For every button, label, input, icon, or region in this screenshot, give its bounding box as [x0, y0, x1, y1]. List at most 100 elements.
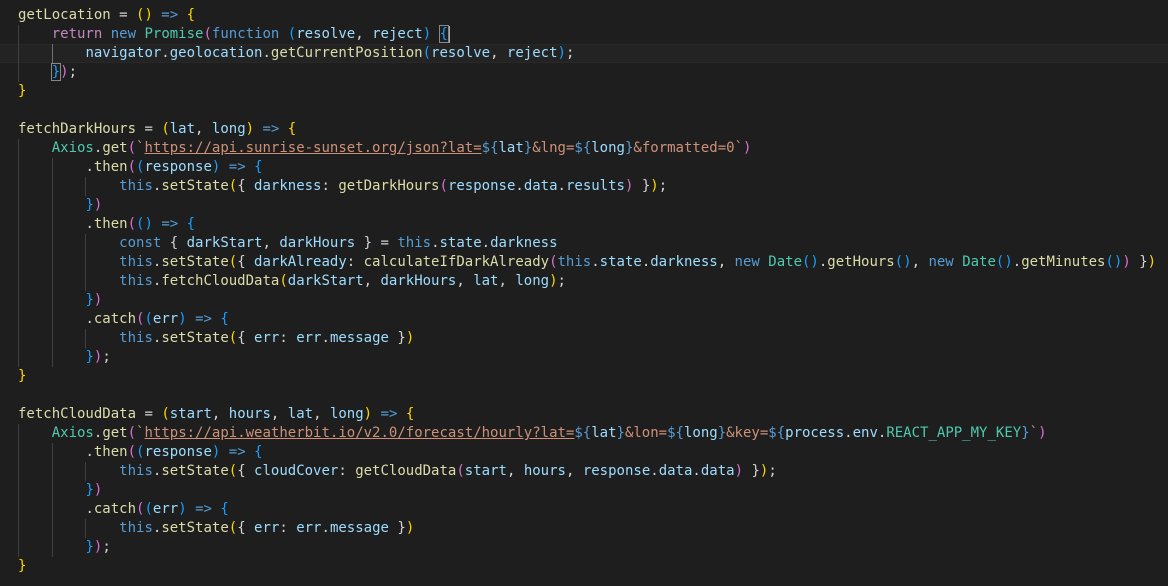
code-token: setState	[161, 463, 229, 479]
code-token: )	[93, 197, 103, 213]
code-token: calculateIfDarkAlready	[363, 254, 550, 270]
indent-guide	[51, 253, 53, 272]
indent-guide	[51, 462, 53, 481]
code-token: {	[254, 159, 263, 175]
code-token: ,	[717, 254, 735, 270]
code-line[interactable]: navigator.geolocation.getCurrentPosition…	[0, 44, 1168, 63]
code-token: err	[296, 330, 322, 346]
code-line[interactable]: .catch((err) => {	[0, 310, 1168, 329]
indent-guide	[51, 500, 53, 519]
code-line[interactable]: this.setState({ err: err.message })	[0, 329, 1168, 348]
code-line[interactable]: return new Promise(function (resolve, re…	[0, 25, 1168, 44]
code-token: long	[329, 406, 364, 422]
code-token: Axios	[51, 425, 94, 441]
code-token: darkness	[650, 254, 718, 270]
code-line[interactable]: .catch((err) => {	[0, 500, 1168, 519]
code-line[interactable]: });	[0, 538, 1168, 557]
code-token: (	[144, 501, 153, 517]
code-token: &key=	[726, 425, 769, 441]
code-token: :	[279, 330, 297, 346]
code-line[interactable]: }	[0, 557, 1168, 576]
code-token: this	[119, 273, 153, 289]
code-editor[interactable]: getLocation = () => { return new Promise…	[0, 0, 1168, 586]
code-token: catch	[93, 501, 137, 517]
indent-guide	[51, 158, 53, 177]
code-line[interactable]: })	[0, 481, 1168, 500]
code-line[interactable]: .then((response) => {	[0, 158, 1168, 177]
code-token: =>	[254, 121, 288, 137]
code-line[interactable]: Axios.get(`https://api.sunrise-sunset.or…	[0, 139, 1168, 158]
code-token: setState	[161, 178, 229, 194]
code-line[interactable]: .then((response) => {	[0, 443, 1168, 462]
code-token: =>	[186, 311, 221, 327]
code-token: }	[85, 539, 94, 555]
code-token: {	[220, 501, 229, 517]
code-token: getHours	[827, 254, 895, 270]
code-token: const	[119, 235, 162, 251]
indent-guide	[51, 177, 53, 196]
code-token: ,	[195, 121, 212, 137]
code-token: =>	[152, 216, 187, 232]
code-token: (	[127, 216, 137, 232]
code-line[interactable]: getLocation = () => {	[0, 6, 1168, 25]
code-token: (	[161, 406, 170, 422]
code-token: =>	[372, 406, 406, 422]
indent-guide	[18, 443, 19, 462]
code-token: )	[1122, 254, 1131, 270]
code-token: `	[734, 140, 743, 156]
code-line[interactable]: })	[0, 196, 1168, 215]
code-line[interactable]: this.setState({ err: err.message })	[0, 519, 1168, 538]
code-token: hours	[228, 406, 271, 422]
code-line[interactable]: this.setState({ darkAlready: calculateIf…	[0, 253, 1168, 272]
code-line[interactable]: }	[0, 82, 1168, 101]
code-token: ,	[313, 406, 330, 422]
indent-guide	[18, 291, 19, 310]
code-line[interactable]: });	[0, 348, 1168, 367]
code-token: lat	[169, 121, 196, 137]
code-token: darkHours	[279, 235, 356, 251]
code-line[interactable]: this.setState({ darkness: getDarkHours(r…	[0, 177, 1168, 196]
indent-guide	[18, 177, 19, 196]
code-line[interactable]: }	[0, 367, 1168, 386]
code-line[interactable]: });	[0, 63, 1168, 82]
code-token: reject	[372, 26, 423, 42]
code-line[interactable]: const { darkStart, darkHours } = this.st…	[0, 234, 1168, 253]
code-token: (	[549, 254, 558, 270]
code-line[interactable]: .then(() => {	[0, 215, 1168, 234]
code-line[interactable]: Axios. get(` https://api.weatherbit.io/v2.…	[0, 424, 1168, 443]
indent-guide	[18, 538, 19, 557]
code-token: .	[515, 178, 524, 194]
code-token: then	[93, 216, 128, 232]
code-token: ,	[565, 463, 583, 479]
code-token: =>	[220, 159, 255, 175]
code-token: {	[186, 7, 196, 23]
code-token: .	[431, 235, 440, 251]
code-token: cloudCover	[254, 463, 339, 479]
code-token: .	[85, 311, 94, 327]
code-line[interactable]: fetchCloudData = (start, hours, lat, lon…	[0, 405, 1168, 424]
code-token: ()	[1105, 254, 1123, 270]
code-token: err	[296, 520, 322, 536]
indent-guide	[18, 158, 19, 177]
code-token: .	[481, 235, 491, 251]
indent-guide	[51, 234, 53, 253]
code-token: }	[388, 520, 406, 536]
code-token: ,	[363, 273, 381, 289]
code-token: hours	[523, 463, 566, 479]
code-line[interactable]	[0, 386, 1168, 405]
indent-guide	[85, 272, 87, 291]
code-line[interactable]	[0, 101, 1168, 120]
code-line[interactable]: this.setState({ cloudCover: getCloudData…	[0, 462, 1168, 481]
code-token: new	[734, 254, 760, 270]
code-line[interactable]: })	[0, 291, 1168, 310]
code-token: )	[60, 64, 69, 80]
code-line[interactable]: this.fetchCloudData(darkStart, darkHours…	[0, 272, 1168, 291]
code-line[interactable]: fetchDarkHours = (lat, long) => {	[0, 120, 1168, 139]
code-token: ,	[262, 235, 280, 251]
code-token: message	[329, 520, 389, 536]
indent-guide	[51, 329, 53, 348]
code-token: ;	[102, 349, 111, 365]
